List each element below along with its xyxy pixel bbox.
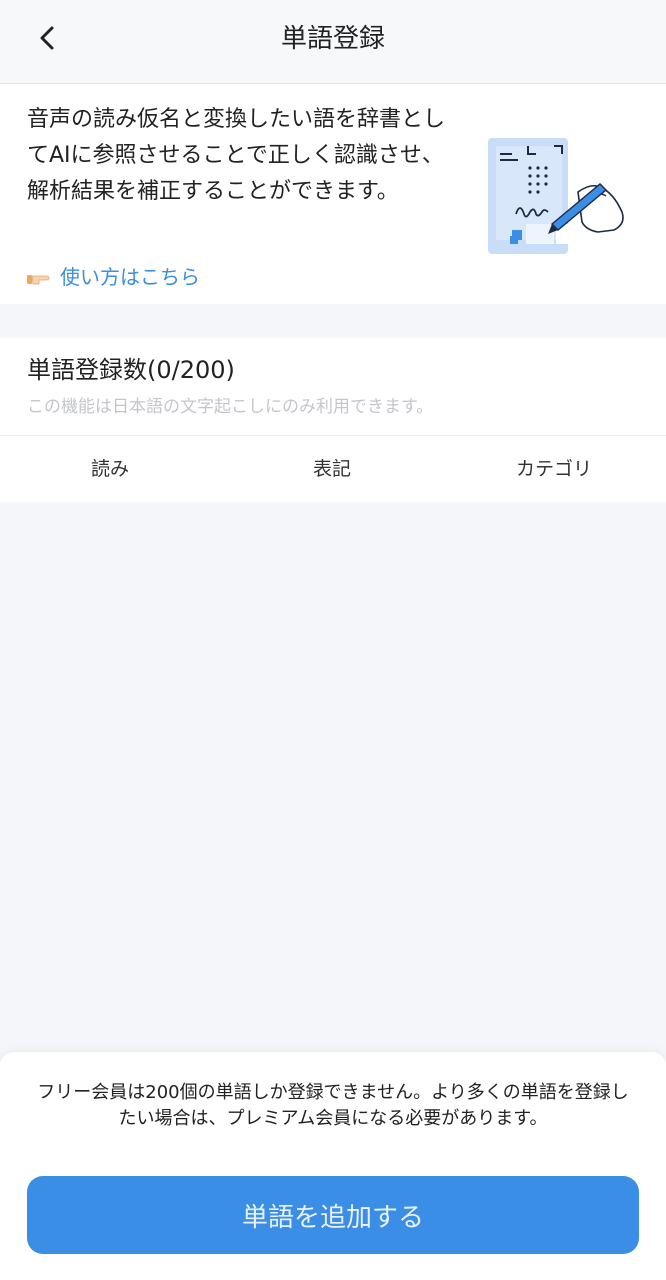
- navigation-header: 単語登録: [0, 0, 666, 84]
- how-to-use-link[interactable]: 使い方はこちら: [26, 259, 200, 291]
- word-count-title: 単語登録数(0/200): [27, 356, 235, 384]
- word-registration-screen: 単語登録 音声の読み仮名と変換したい語を辞書としてAIに参照させることで正しく認…: [0, 0, 666, 1280]
- word-list: [0, 502, 666, 1052]
- handwriting-document-illustration: [482, 132, 634, 260]
- pointing-hand-icon: [26, 267, 50, 285]
- column-header-reading: 読み: [90, 458, 129, 480]
- divider: [0, 435, 666, 436]
- add-word-button[interactable]: 単語を追加する: [27, 1176, 639, 1254]
- free-member-limit-note: フリー会員は200個の単語しか登録できません。より多くの単語を登録したい場合は、…: [37, 1082, 629, 1129]
- column-header-category: カテゴリ: [515, 458, 592, 480]
- intro-card: 音声の読み仮名と変換したい語を辞書としてAIに参照させることで正しく認識させ、解…: [0, 84, 666, 304]
- japanese-only-note: この機能は日本語の文字起こしにのみ利用できます。: [27, 397, 434, 417]
- chevron-left-icon: [38, 25, 58, 55]
- how-to-use-label: 使い方はこちら: [60, 264, 200, 289]
- page-title: 単語登録: [280, 24, 385, 54]
- footer-panel: フリー会員は200個の単語しか登録できません。より多くの単語を登録したい場合は、…: [0, 1052, 666, 1280]
- intro-description: 音声の読み仮名と変換したい語を辞書としてAIに参照させることで正しく認識させ、解…: [27, 107, 446, 204]
- column-header-notation: 表記: [312, 458, 351, 480]
- back-button[interactable]: [28, 20, 68, 60]
- word-count-card: 単語登録数(0/200) この機能は日本語の文字起こしにのみ利用できます。 読み…: [0, 338, 666, 502]
